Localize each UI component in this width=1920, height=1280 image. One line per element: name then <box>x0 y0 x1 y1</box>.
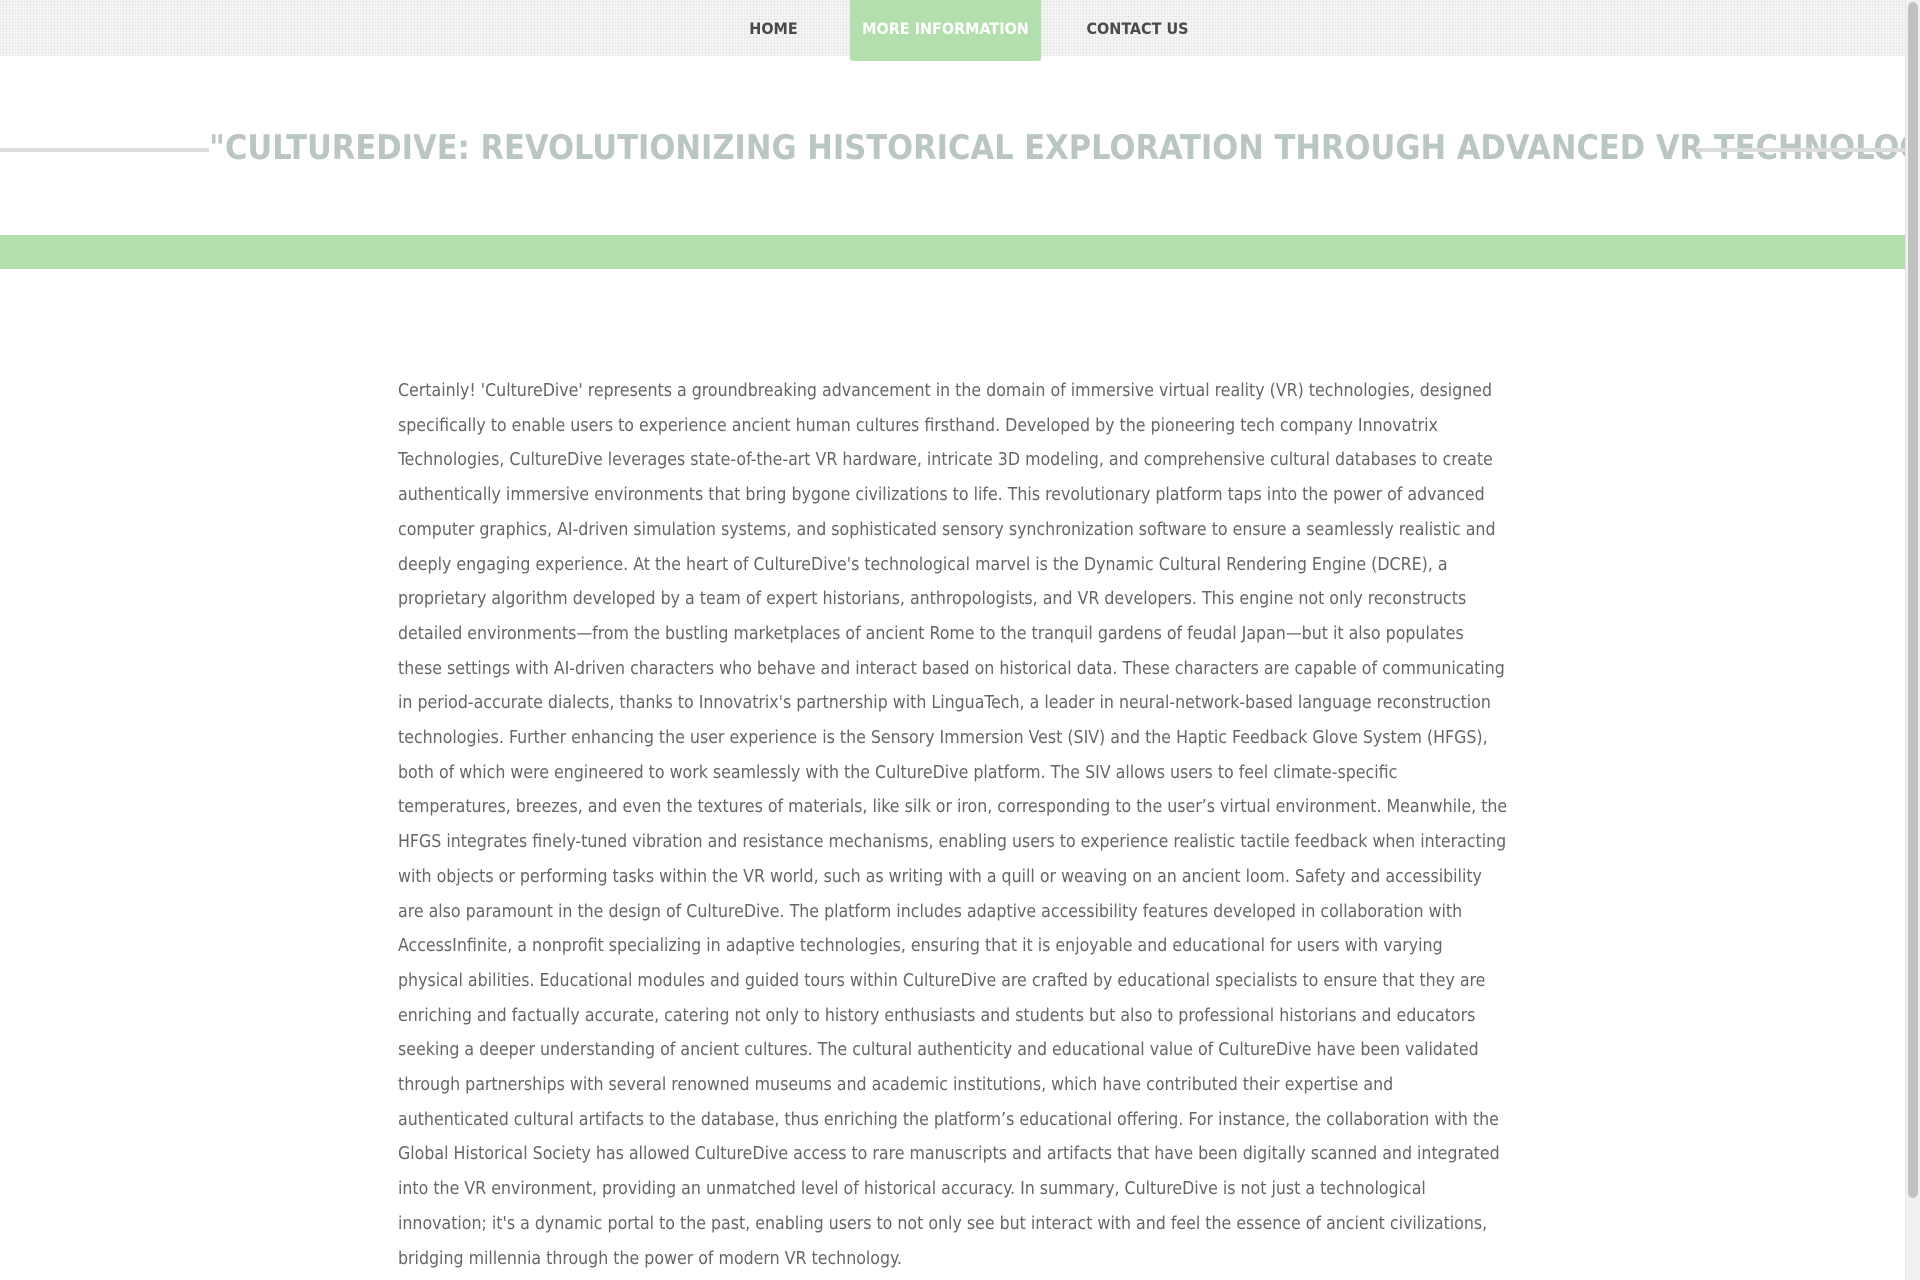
nav-more-information-link[interactable]: MORE INFORMATION <box>850 0 1041 61</box>
page-viewport: HOME MORE INFORMATION CONTACT US "CULTUR… <box>0 0 1905 1280</box>
page-title: "CULTUREDIVE: REVOLUTIONIZING HISTORICAL… <box>209 128 1905 168</box>
nav-home-link[interactable]: HOME <box>735 0 812 56</box>
vertical-scrollbar[interactable] <box>1905 0 1920 1280</box>
accent-band <box>0 235 1905 269</box>
scrollbar-thumb[interactable] <box>1908 2 1918 1198</box>
article-body-text: Certainly! 'CultureDive' represents a gr… <box>398 381 1508 1269</box>
title-divider-right <box>1696 148 1905 152</box>
title-divider-left <box>0 148 209 152</box>
top-navigation: HOME MORE INFORMATION CONTACT US <box>0 0 1905 61</box>
nav-contact-us-link[interactable]: CONTACT US <box>1086 0 1189 56</box>
